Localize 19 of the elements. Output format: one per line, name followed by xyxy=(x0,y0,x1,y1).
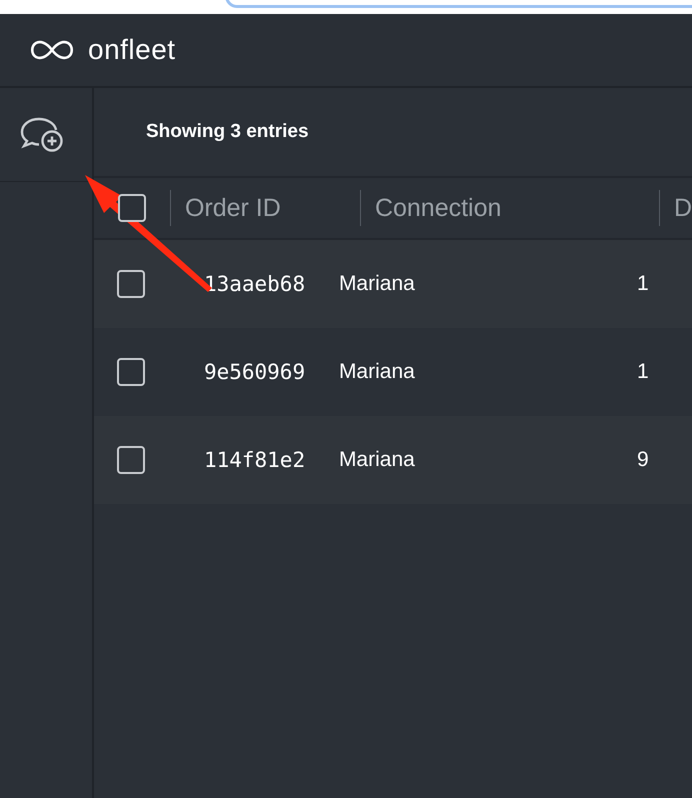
order-id-cell-text: 9e560969 xyxy=(202,360,306,384)
column-header[interactable]: D xyxy=(674,194,692,222)
table-cell-text: Mariana xyxy=(338,448,416,472)
infinity-logo-icon xyxy=(29,38,75,62)
select-all-checkbox[interactable] xyxy=(118,194,146,222)
table-cell: 9 xyxy=(636,448,649,472)
table-cell-text: Mariana xyxy=(338,272,416,296)
row-checkbox[interactable] xyxy=(116,270,145,298)
table-cell: 1 xyxy=(636,272,649,296)
row-checkbox[interactable] xyxy=(116,358,145,386)
logo-text: onfleet xyxy=(88,34,176,66)
row-checkbox[interactable] xyxy=(116,446,145,474)
order-id-cell-text: 13aaeb68 xyxy=(202,272,306,296)
entries-count-text: Showing 3 entries xyxy=(146,121,309,143)
column-header[interactable]: Order ID xyxy=(184,194,360,222)
table-cell: 1 xyxy=(636,360,649,384)
order-id-cell-text: 114f81e2 xyxy=(202,448,306,472)
table-cell-text: Mariana xyxy=(338,360,416,384)
column-header[interactable]: Connection xyxy=(374,194,659,222)
